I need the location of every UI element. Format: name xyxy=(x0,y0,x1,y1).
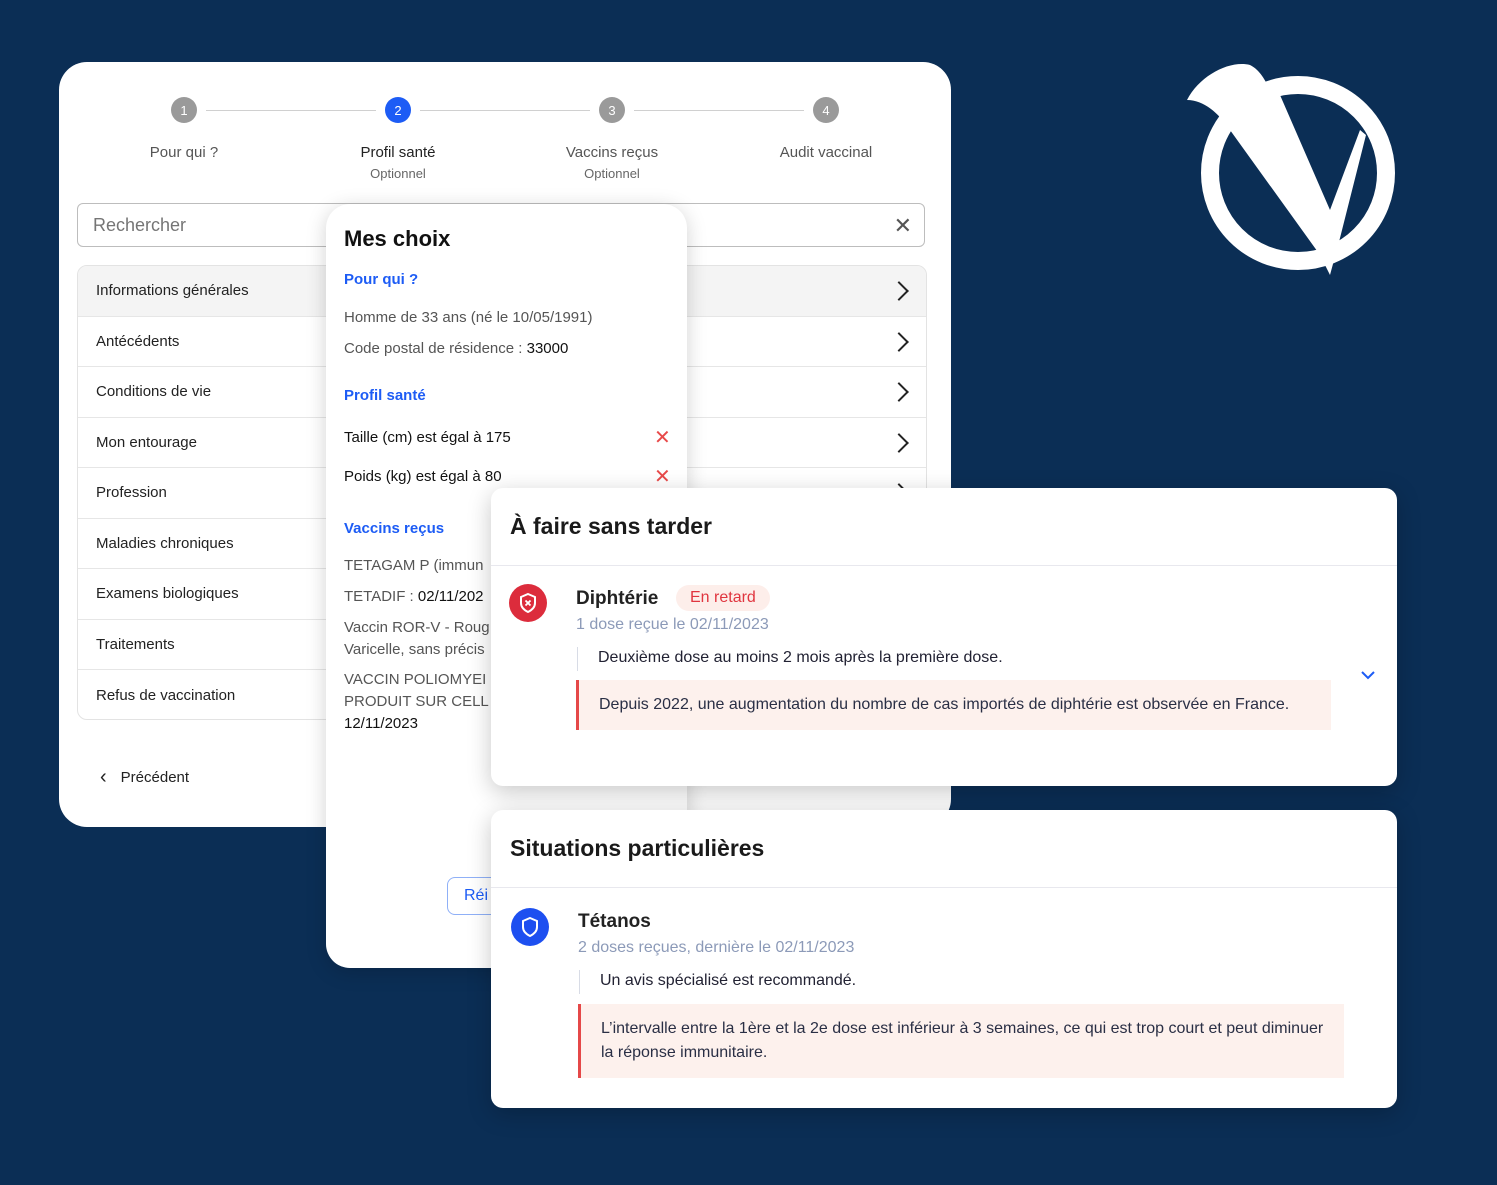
section-profil-sante[interactable]: Profil santé xyxy=(344,387,426,404)
chevron-down-icon[interactable] xyxy=(1360,669,1376,681)
vaccine-3-line2: Varicelle, sans précis xyxy=(344,641,485,658)
person-info: Homme de 33 ans (né le 10/05/1991) xyxy=(344,309,593,326)
remove-icon[interactable]: ✕ xyxy=(654,467,671,487)
dose-info: 1 dose reçue le 02/11/2023 xyxy=(576,616,769,633)
section-vaccins-recus[interactable]: Vaccins reçus xyxy=(344,520,444,537)
vaccine-4-date: 12/11/2023 xyxy=(344,715,418,732)
step-connector xyxy=(206,110,376,111)
chevron-right-icon xyxy=(889,331,909,352)
step-3-dot[interactable]: 3 xyxy=(599,97,625,123)
vaccine-4-line1: VACCIN POLIOMYEI xyxy=(344,671,487,688)
list-item-label: Mon entourage xyxy=(96,433,197,451)
card-title: Situations particulières xyxy=(510,835,765,861)
logo-icon xyxy=(1187,64,1395,275)
list-item-label: Antécédents xyxy=(96,332,180,350)
list-item-label: Maladies chroniques xyxy=(96,534,234,552)
list-item-label: Examens biologiques xyxy=(96,585,239,603)
divider xyxy=(491,565,1397,566)
chevron-right-icon xyxy=(889,382,909,402)
step-4-label[interactable]: Audit vaccinal xyxy=(726,144,926,161)
alert-box: Depuis 2022, une augmentation du nombre … xyxy=(576,680,1331,730)
previous-button[interactable]: ‹ Précédent xyxy=(100,766,189,789)
section-pour-qui[interactable]: Pour qui ? xyxy=(344,271,418,288)
postal-code: Code postal de résidence : 33000 xyxy=(344,340,568,357)
disease-name: Diphtérie xyxy=(576,588,659,609)
shield-icon xyxy=(511,908,549,946)
panel-title: Mes choix xyxy=(344,226,451,251)
chevron-right-icon xyxy=(889,432,909,453)
step-1-label[interactable]: Pour qui ? xyxy=(84,144,284,161)
vaccine-2-label: TETADIF : xyxy=(344,588,418,605)
postal-label: Code postal de résidence : xyxy=(344,340,527,357)
alert-box: L’intervalle entre la 1ère et la 2e dose… xyxy=(578,1004,1344,1078)
shield-alert-icon xyxy=(509,584,547,622)
step-3-sub: Optionnel xyxy=(584,166,640,181)
step-connector xyxy=(634,110,804,111)
divider xyxy=(491,887,1397,888)
dose-info: 2 doses reçues, dernière le 02/11/2023 xyxy=(578,939,855,956)
step-connector xyxy=(420,110,590,111)
remove-icon[interactable]: ✕ xyxy=(654,428,671,448)
vaccine-2: TETADIF : 02/11/202 xyxy=(344,588,484,605)
step-2-label[interactable]: Profil santé xyxy=(298,144,498,161)
urgent-card: À faire sans tarder Diphtérie En retard … xyxy=(491,488,1397,786)
list-item-label: Informations générales xyxy=(96,282,249,300)
card-title: À faire sans tarder xyxy=(510,513,712,539)
close-icon[interactable]: ✕ xyxy=(894,213,912,239)
list-item-label: Profession xyxy=(96,484,167,502)
step-2-dot[interactable]: 2 xyxy=(385,97,411,123)
vaccine-4-line2: PRODUIT SUR CELL xyxy=(344,693,489,710)
special-situations-card: Situations particulières Tétanos 2 doses… xyxy=(491,810,1397,1108)
disease-name: Tétanos xyxy=(578,911,651,932)
step-1-dot[interactable]: 1 xyxy=(171,97,197,123)
status-badge: En retard xyxy=(676,585,770,611)
step-2-sub: Optionnel xyxy=(370,166,426,181)
list-item-label: Conditions de vie xyxy=(96,383,212,401)
chevron-right-icon xyxy=(889,281,909,301)
list-item-label: Refus de vaccination xyxy=(96,686,236,704)
vaccine-1: TETAGAM P (immun xyxy=(344,557,484,574)
step-4-dot[interactable]: 4 xyxy=(813,97,839,123)
postal-value: 33000 xyxy=(526,340,569,357)
previous-label: Précédent xyxy=(120,769,190,786)
recommendation: Un avis spécialisé est recommandé. xyxy=(579,970,856,994)
vaccine-3-line1: Vaccin ROR-V - Roug xyxy=(344,619,490,636)
step-3-label[interactable]: Vaccins reçus xyxy=(512,144,712,161)
vaccine-2-date: 02/11/202 xyxy=(417,588,484,605)
choice-weight: Poids (kg) est égal à 80 xyxy=(344,468,502,485)
list-item-label: Traitements xyxy=(96,635,175,653)
choice-height: Taille (cm) est égal à 175 xyxy=(344,429,511,446)
recommendation: Deuxième dose au moins 2 mois après la p… xyxy=(577,647,1003,671)
chevron-left-icon: ‹ xyxy=(100,766,107,788)
